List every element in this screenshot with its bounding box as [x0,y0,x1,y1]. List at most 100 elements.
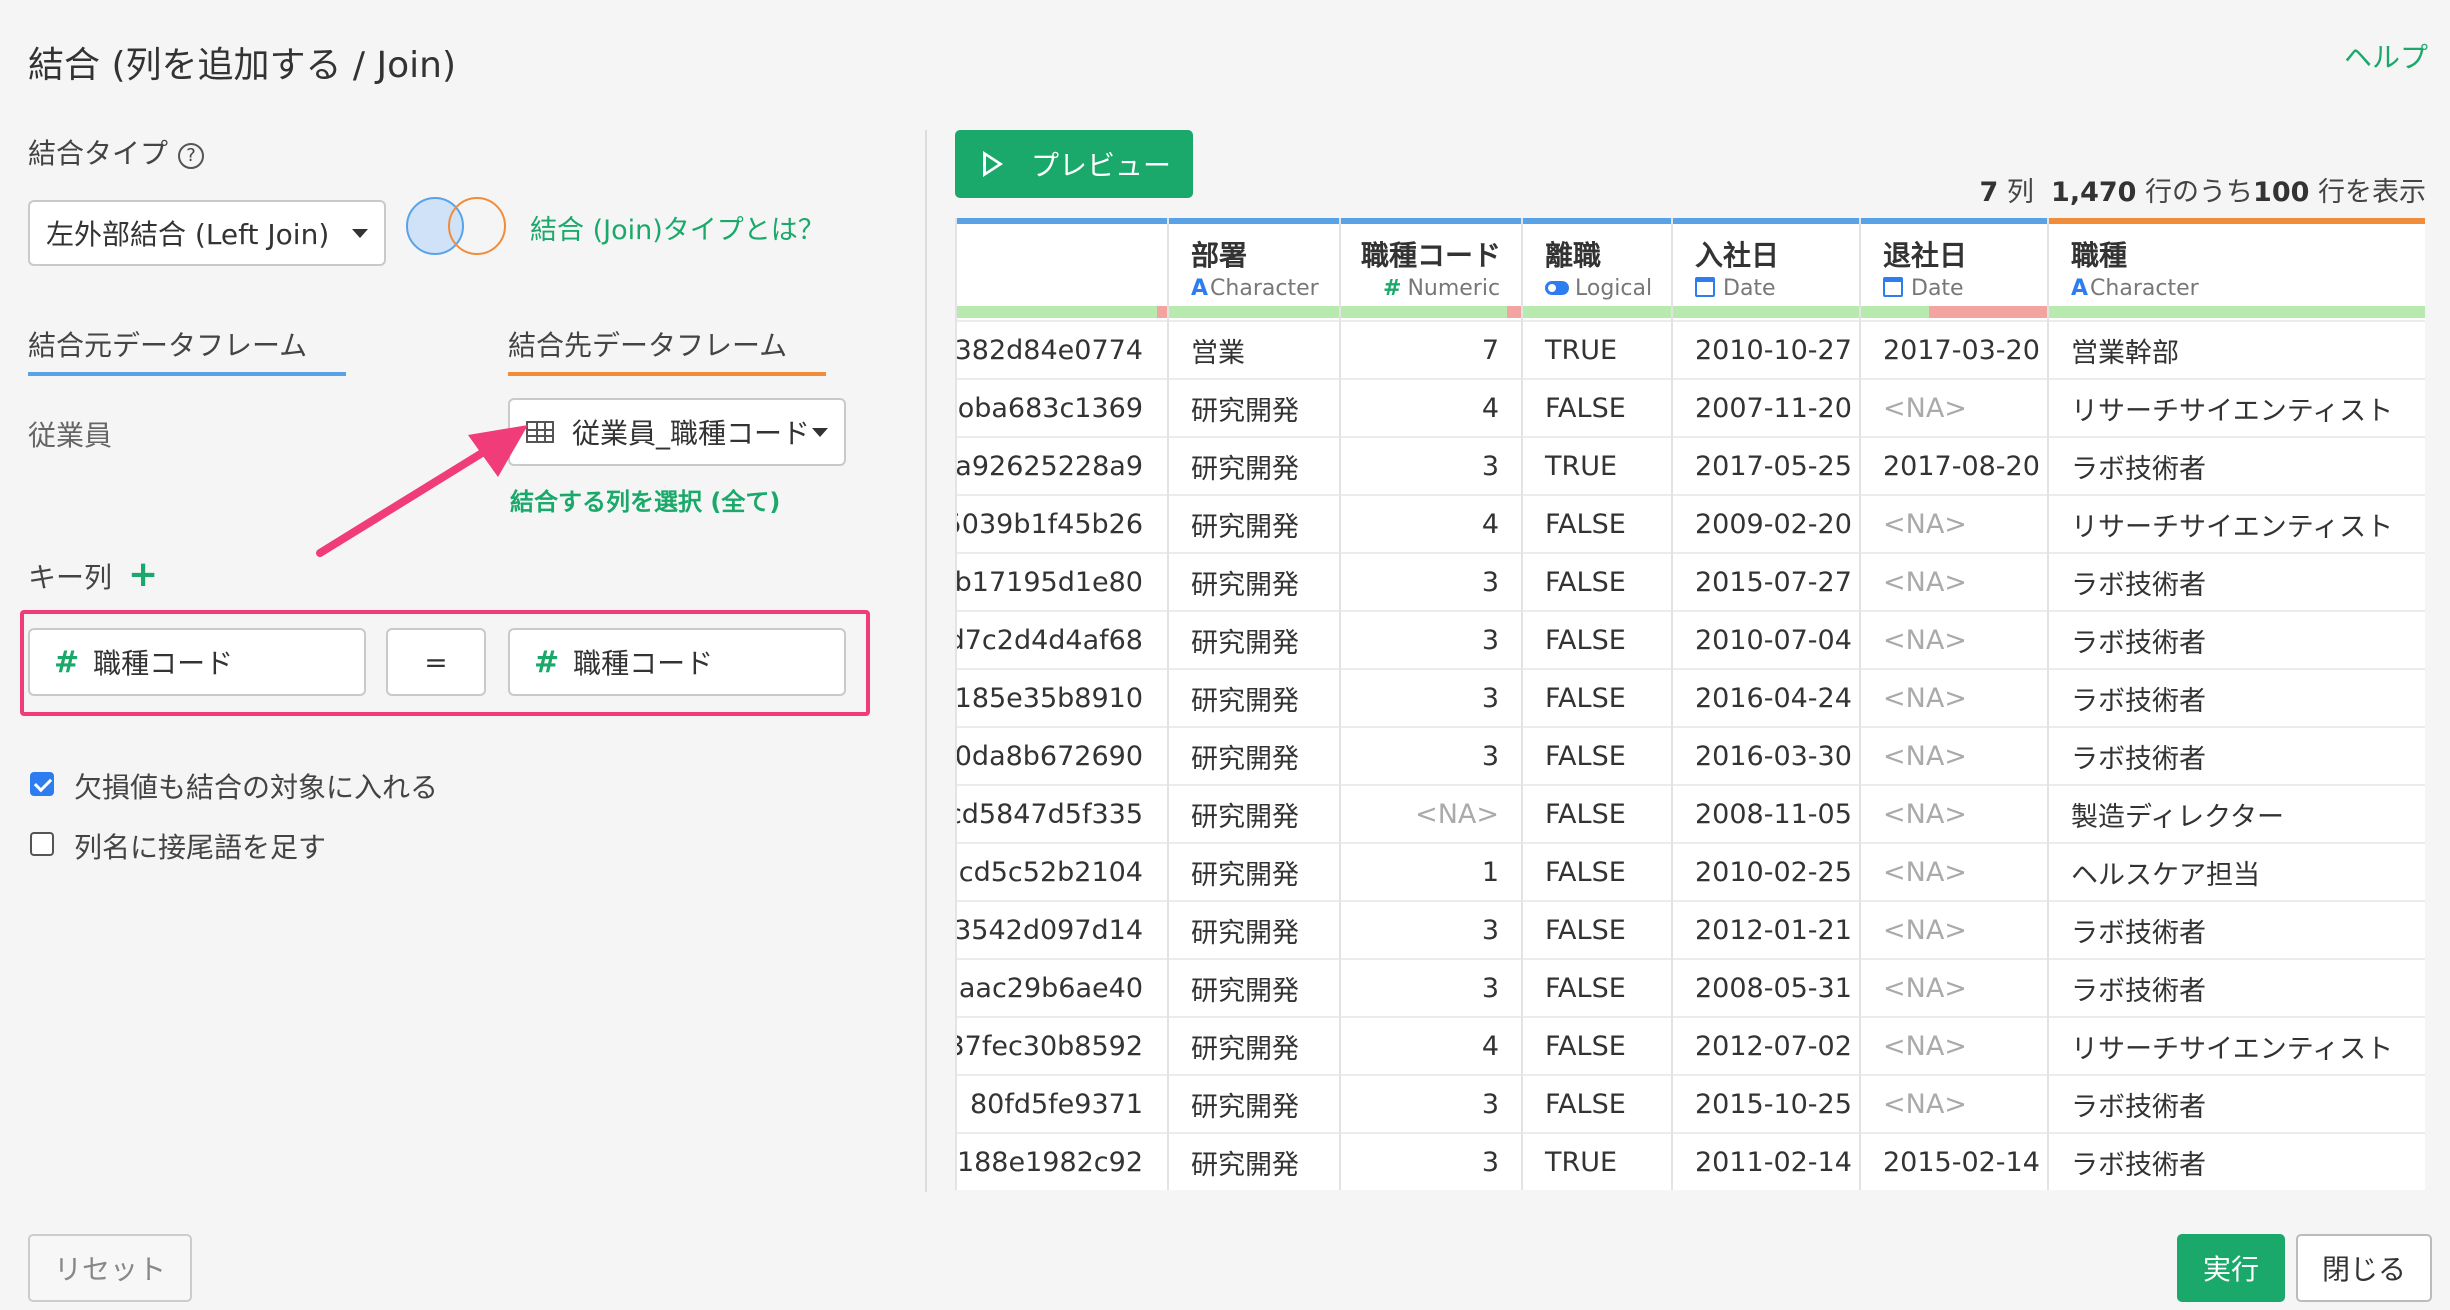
add-key-icon[interactable]: + [128,554,158,595]
table-cell: 4382d84e0774 [957,320,1167,378]
table-cell: ラボ技術者 [2049,726,2425,784]
table-cell: ヘルスケア担当 [2049,842,2425,900]
numeric-type-icon: # [534,644,560,680]
tab-source-dataframe[interactable]: 結合元データフレーム [28,324,307,364]
table-cell: 3 [1341,958,1521,1016]
table-cell: 2011-02-14 [1673,1132,1859,1190]
venn-diagram-icon [406,197,506,255]
table-cell: FALSE [1523,958,1671,1016]
add-suffix-checkbox[interactable] [30,832,54,856]
join-type-label: 結合タイプ? [28,132,205,172]
table-cell: 研究開発 [1169,900,1339,958]
table-cell: FALSE [1523,610,1671,668]
table-cell: FALSE [1523,668,1671,726]
column-header-name: 退社日 [1883,239,1968,272]
caret-down-icon [352,229,368,238]
table-cell: 2009-02-20 [1673,494,1859,552]
table-cell: 2016-03-30 [1673,726,1859,784]
column-group-bar [2049,218,2425,224]
table-cell: FALSE [1523,1016,1671,1074]
table-cell: 4 [1341,1016,1521,1074]
preview-table[interactable]: 4382d84e0774 oba683c1369 fa92625228a9 5039b… [955,218,2425,1190]
join-type-select[interactable]: 左外部結合 (Left Join) [28,200,386,266]
column-header-type: Date [1695,276,1776,301]
table-cell: 2017-03-20 [1861,320,2047,378]
table-cell: c185e35b8910 [957,668,1167,726]
column-group-bar [1341,218,1521,224]
table-cell: 3 [1341,1074,1521,1132]
question-icon[interactable]: ? [178,143,205,169]
table-cell: <NA> [1861,668,2047,726]
table-cell: <NA> [1341,784,1521,842]
column-job-code[interactable]: 職種コード # Numeric 7 4 3 4 3 3 3 3 <NA> 1 3 3 4 3 3 [1341,218,1523,1190]
table-cell: 80fd5fe9371 [957,1074,1167,1132]
caret-down-icon [812,428,828,437]
column-quality-bar [1169,306,1339,318]
reset-button[interactable]: リセット [28,1234,192,1302]
select-columns-link[interactable]: 結合する列を選択 (全て) [510,482,780,517]
table-cell: 研究開発 [1169,1132,1339,1190]
right-key-select[interactable]: # 職種コード [508,628,846,696]
close-button[interactable]: 閉じる [2296,1234,2432,1302]
table-cell: リサーチサイエンティスト [2049,378,2425,436]
tab-target-dataframe[interactable]: 結合先データフレーム [508,324,787,364]
table-cell: リサーチサイエンティスト [2049,494,2425,552]
table-cell: ラボ技術者 [2049,1132,2425,1190]
table-cell: ラボ技術者 [2049,610,2425,668]
table-cell: 2015-02-14 [1861,1132,2047,1190]
numeric-type-icon: # [54,644,80,680]
table-cell: 3 [1341,1132,1521,1190]
target-dataframe-select[interactable]: 従業員_職種コード [508,398,846,466]
column-header-type: ACharacter [1191,276,1319,301]
table-cell: 研究開発 [1169,958,1339,1016]
table-cell: 3 [1341,436,1521,494]
column-department[interactable]: 部署 ACharacter 営業 研究開発 研究開発 研究開発 研究開発 研究開発 研究開発… [1169,218,1341,1190]
table-cell: <NA> [1861,900,2047,958]
left-key-select[interactable]: # 職種コード [28,628,366,696]
preview-button[interactable]: プレビュー [955,130,1193,198]
calendar-icon [1695,277,1715,297]
table-cell: 3 [1341,668,1521,726]
table-cell: 2016-04-24 [1673,668,1859,726]
join-type-help-link[interactable]: 結合 (Join)タイプとは？ [530,208,825,247]
table-cell: 2010-02-25 [1673,842,1859,900]
column-header-name: 入社日 [1695,239,1780,272]
help-link[interactable]: ヘルプ [2344,36,2428,76]
table-cell: 3 [1341,552,1521,610]
table-cell: <NA> [1861,610,2047,668]
panel-divider [925,130,927,1192]
table-cell: 2012-01-21 [1673,900,1859,958]
column-header-type: Date [1883,276,1964,301]
table-cell: FALSE [1523,378,1671,436]
column-hire-date[interactable]: 入社日 Date 2010-10-27 2007-11-20 2017-05-25 2… [1673,218,1861,1190]
table-cell: 2017-08-20 [1861,436,2047,494]
table-cell: <NA> [1861,494,2047,552]
target-tab-underline [508,372,826,376]
missing-segment [1929,306,2047,318]
table-cell: リサーチサイエンティスト [2049,1016,2425,1074]
table-cell: FALSE [1523,1074,1671,1132]
table-cell: 製造ディレクター [2049,784,2425,842]
table-cell: ラボ技術者 [2049,900,2425,958]
column-group-bar [1861,218,2047,224]
table-cell: 2008-05-31 [1673,958,1859,1016]
run-button[interactable]: 実行 [2177,1234,2285,1302]
column-group-bar [1169,218,1339,224]
table-cell: 2015-07-27 [1673,552,1859,610]
missing-segment [1157,306,1167,318]
column-group-bar [1673,218,1859,224]
column-attrition[interactable]: 離職 Logical TRUE FALSE TRUE FALSE FALSE FALSE F… [1523,218,1673,1190]
table-cell: ab17195d1e80 [957,552,1167,610]
column-leave-date[interactable]: 退社日 Date 2017-03-20 <NA> 2017-08-20 <NA> <NA… [1861,218,2049,1190]
logical-type-icon [1545,281,1569,295]
column-job-title[interactable]: 職種 ACharacter 営業幹部 リサーチサイエンティスト ラボ技術者 リサーチサ… [2049,218,2425,1190]
include-missing-checkbox[interactable] [30,772,54,796]
table-cell: 研究開発 [1169,726,1339,784]
numeric-type-icon: # [1383,276,1402,301]
source-tab-underline [28,372,346,376]
table-cell: 2017-05-25 [1673,436,1859,494]
key-operator[interactable]: = [386,628,486,696]
table-cell: ラボ技術者 [2049,1074,2425,1132]
table-cell: 188e1982c92 [957,1132,1167,1190]
table-cell: 研究開発 [1169,494,1339,552]
